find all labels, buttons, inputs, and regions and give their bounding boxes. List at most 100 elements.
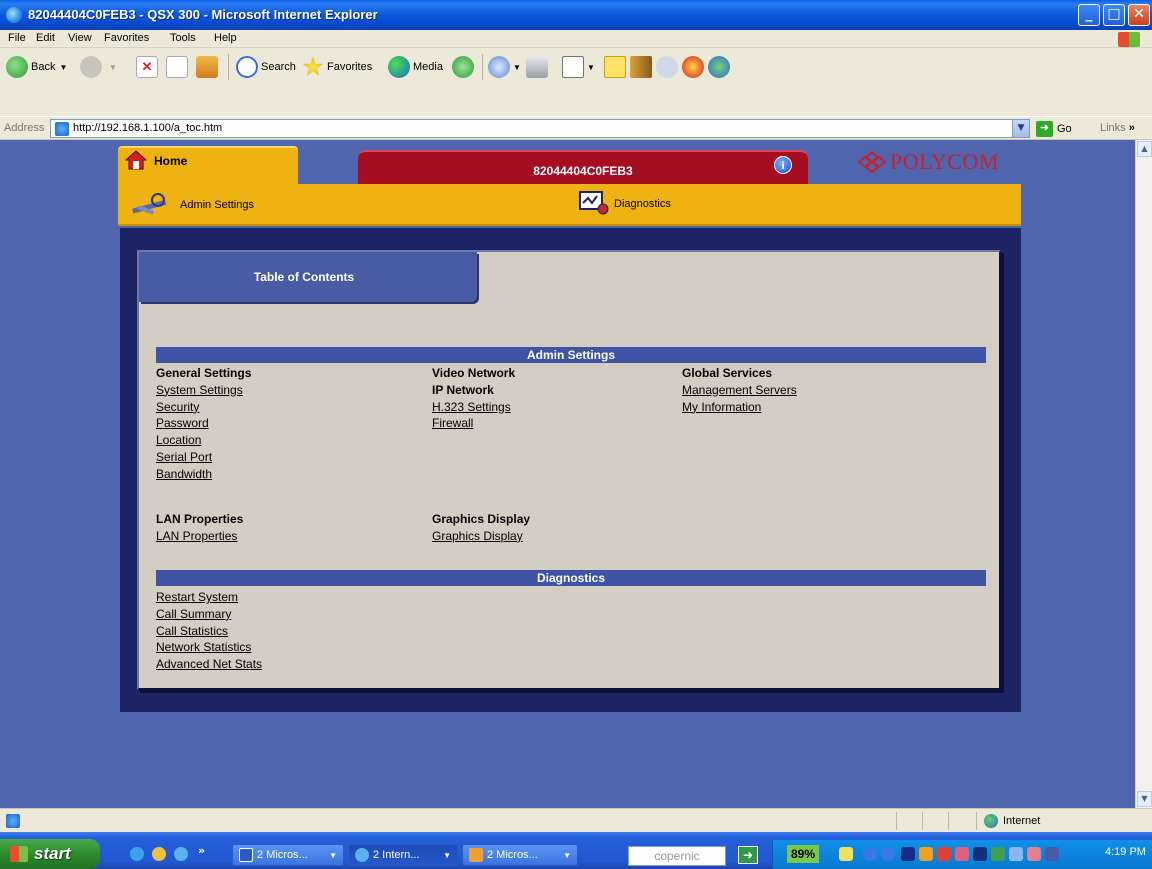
favorites-label: Favorites bbox=[327, 61, 373, 73]
quicklaunch-overflow-icon[interactable]: » bbox=[198, 844, 205, 857]
quicklaunch-browser-icon[interactable] bbox=[174, 847, 188, 861]
vertical-scrollbar[interactable]: ▲ ▼ bbox=[1135, 140, 1152, 808]
link-system-settings[interactable]: System Settings bbox=[156, 382, 251, 399]
nav-diagnostics[interactable]: Diagnostics bbox=[578, 189, 671, 219]
tray-back-icon[interactable] bbox=[863, 847, 877, 861]
link-h323-settings[interactable]: H.323 Settings bbox=[432, 399, 515, 416]
tab-home[interactable]: Home bbox=[118, 146, 298, 184]
copernic-go-icon[interactable]: ➜ bbox=[738, 846, 758, 864]
link-security[interactable]: Security bbox=[156, 399, 251, 416]
menu-edit[interactable]: Edit bbox=[36, 32, 55, 44]
search-button[interactable]: Search bbox=[236, 54, 296, 80]
tray-forward-icon[interactable] bbox=[881, 847, 895, 861]
tray-power-icon[interactable] bbox=[839, 847, 853, 861]
tray-media-icon[interactable] bbox=[973, 847, 987, 861]
tray-security-icon[interactable] bbox=[937, 847, 951, 861]
nav-admin-settings[interactable]: Admin Settings bbox=[128, 190, 254, 220]
taskbar-button-word[interactable]: 2 Micros... ▼ bbox=[232, 844, 344, 866]
home-button[interactable] bbox=[196, 54, 221, 80]
tab-device[interactable]: 82044404C0FEB3 i bbox=[358, 150, 808, 184]
research-button[interactable] bbox=[630, 54, 655, 80]
nav-bar: Admin Settings Diagnostics bbox=[118, 184, 1021, 226]
links-button[interactable]: Links » bbox=[1100, 122, 1135, 134]
link-my-information[interactable]: My Information bbox=[682, 399, 797, 416]
discuss-button[interactable] bbox=[604, 54, 629, 80]
maximize-button[interactable]: □ bbox=[1103, 4, 1125, 26]
link-location[interactable]: Location bbox=[156, 432, 251, 449]
menu-tools[interactable]: Tools bbox=[170, 32, 196, 44]
lan-properties-heading: LAN Properties bbox=[156, 512, 244, 526]
tray-network-icon[interactable] bbox=[1045, 847, 1059, 861]
link-firewall[interactable]: Firewall bbox=[432, 415, 515, 432]
messenger-tool-button[interactable] bbox=[656, 54, 681, 80]
scroll-down-icon[interactable]: ▼ bbox=[1137, 791, 1152, 807]
favorites-button[interactable]: Favorites bbox=[302, 54, 372, 80]
global-services-heading: Global Services bbox=[682, 366, 773, 380]
battery-indicator[interactable]: 89% bbox=[787, 845, 820, 863]
edit-dropdown-icon[interactable]: ▼ bbox=[587, 63, 595, 72]
windows-logo-icon bbox=[1118, 32, 1140, 47]
menu-file[interactable]: File bbox=[8, 32, 26, 44]
address-dropdown-icon[interactable]: ▼ bbox=[1012, 120, 1029, 137]
internet-globe-icon bbox=[984, 814, 998, 828]
edit-button[interactable]: ▼ bbox=[562, 54, 595, 80]
taskbar: start » 2 Micros... ▼ 2 Intern... ▼ 2 Mi… bbox=[0, 832, 1152, 869]
taskbar-dropdown-icon: ▼ bbox=[563, 850, 571, 860]
address-input[interactable]: http://192.168.1.100/a_toc.htm ▼ bbox=[50, 119, 1030, 138]
links-chevron-icon: » bbox=[1128, 122, 1135, 134]
back-dropdown-icon[interactable]: ▼ bbox=[59, 63, 67, 72]
minimize-button[interactable]: _ bbox=[1078, 4, 1100, 26]
start-button[interactable]: start bbox=[0, 839, 100, 869]
addon-button[interactable] bbox=[682, 54, 707, 80]
tray-alert-icon[interactable] bbox=[955, 847, 969, 861]
close-button[interactable]: ✕ bbox=[1128, 4, 1150, 26]
tray-device-icon[interactable] bbox=[901, 847, 915, 861]
link-network-statistics[interactable]: Network Statistics bbox=[156, 639, 262, 656]
messenger-icon bbox=[708, 56, 730, 78]
link-serial-port[interactable]: Serial Port bbox=[156, 449, 251, 466]
messenger-button[interactable] bbox=[708, 54, 733, 80]
menu-view[interactable]: View bbox=[68, 32, 92, 44]
go-button[interactable]: ➜ Go bbox=[1036, 121, 1072, 137]
status-divider bbox=[976, 812, 977, 830]
mail-button[interactable]: ▼ bbox=[488, 54, 521, 80]
print-button[interactable] bbox=[526, 54, 551, 80]
note-icon bbox=[604, 56, 626, 78]
link-call-summary[interactable]: Call Summary bbox=[156, 606, 262, 623]
forward-button[interactable]: ▼ bbox=[80, 54, 117, 80]
go-label: Go bbox=[1057, 123, 1072, 135]
info-icon[interactable]: i bbox=[774, 156, 792, 174]
back-button[interactable]: Back ▼ bbox=[6, 54, 67, 80]
taskbar-button-word-label: 2 Micros... bbox=[257, 849, 308, 861]
refresh-button[interactable] bbox=[166, 54, 191, 80]
books-icon bbox=[630, 56, 652, 78]
scroll-up-icon[interactable]: ▲ bbox=[1137, 141, 1152, 157]
taskbar-button-outlook[interactable]: 2 Micros... ▼ bbox=[462, 844, 578, 866]
copernic-search-input[interactable]: copernic bbox=[628, 846, 726, 866]
menu-help[interactable]: Help bbox=[214, 32, 237, 44]
link-advanced-net-stats[interactable]: Advanced Net Stats bbox=[156, 656, 262, 673]
history-button[interactable] bbox=[452, 54, 477, 80]
link-graphics-display[interactable]: Graphics Display bbox=[432, 528, 530, 545]
quicklaunch-ie-icon[interactable] bbox=[130, 847, 144, 861]
media-button[interactable]: Media bbox=[388, 54, 443, 80]
link-lan-properties[interactable]: LAN Properties bbox=[156, 528, 243, 545]
tray-signal-icon[interactable] bbox=[991, 847, 1005, 861]
address-url[interactable]: http://192.168.1.100/a_toc.htm bbox=[73, 122, 222, 134]
link-call-statistics[interactable]: Call Statistics bbox=[156, 623, 262, 640]
menu-favorites[interactable]: Favorites bbox=[104, 32, 149, 44]
tray-sync-icon[interactable] bbox=[1027, 847, 1041, 861]
tray-app-icon[interactable] bbox=[919, 847, 933, 861]
taskbar-button-ie[interactable]: 2 Intern... ▼ bbox=[348, 844, 458, 866]
quicklaunch-media-icon[interactable] bbox=[152, 847, 166, 861]
link-management-servers[interactable]: Management Servers bbox=[682, 382, 797, 399]
tray-display-icon[interactable] bbox=[1009, 847, 1023, 861]
link-restart-system[interactable]: Restart System bbox=[156, 589, 262, 606]
page-viewport: Home 82044404C0FEB3 i POLYCOM Admin Sett… bbox=[0, 140, 1152, 808]
mail-dropdown-icon[interactable]: ▼ bbox=[513, 63, 521, 72]
link-password[interactable]: Password bbox=[156, 415, 251, 432]
clock[interactable]: 4:19 PM bbox=[1105, 846, 1146, 858]
stop-button[interactable]: ✕ bbox=[136, 54, 161, 80]
link-bandwidth[interactable]: Bandwidth bbox=[156, 466, 251, 483]
forward-dropdown-icon[interactable]: ▼ bbox=[109, 63, 117, 72]
